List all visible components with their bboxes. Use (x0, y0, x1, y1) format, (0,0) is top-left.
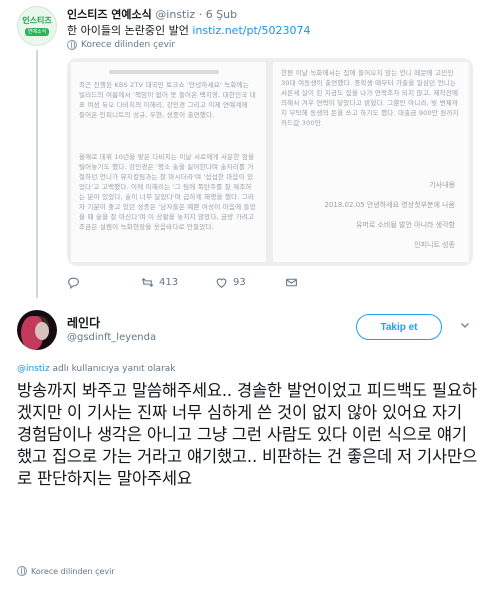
message-button[interactable] (285, 276, 298, 289)
caption-author: 인피니트 성종 (414, 241, 455, 249)
quoted-tweet-header: 인스티즈 연예소식 @instiz · 6 Şub (67, 6, 237, 22)
quoted-tweet-text: 한 아이들의 논란중인 발언 instiz.net/pt/5023074 (67, 22, 310, 38)
avatar-text-line1: 인스티즈 (22, 16, 52, 25)
reply-author-name[interactable]: 레인다 (67, 314, 100, 331)
retweet-count: 413 (159, 277, 179, 288)
tweet-date[interactable]: 6 Şub (206, 8, 237, 21)
reply-icon (68, 277, 79, 289)
reply-author-handle[interactable]: @gsdinft_leyenda (67, 332, 156, 343)
like-button[interactable]: 93 (215, 276, 246, 289)
article-paragraph: 최근 진행된 KBS 2TV 대국민 토크쇼 '안녕하세요' 녹화에는 빌리드의… (79, 81, 256, 119)
caption-label: 기사내용 (429, 181, 455, 189)
replying-to: @instiz adlı kullanıcıya yanıt olarak (17, 364, 176, 374)
article-header-bar (109, 70, 219, 74)
retweet-icon (141, 277, 154, 288)
tweet-actions: 413 93 (67, 276, 473, 292)
user-avatar[interactable] (17, 310, 57, 350)
author-name[interactable]: 인스티즈 연예소식 (67, 8, 152, 21)
replying-to-text: adlı kullanıcıya yanıt olarak (49, 364, 176, 374)
author-handle[interactable]: @instiz (155, 8, 195, 21)
reply-tweet-text: 방송까지 봐주고 말씀해주세요.. 경솔한 발언이었고 피드백도 필요하겠지만 … (17, 381, 477, 488)
article-paragraph: 올해로 데뷔 10년을 맞은 다비치는 이날 서로에게 서운한 점을 털어놓기도… (79, 153, 256, 231)
article-page-right: 한편 이날 녹화에서는 집에 들어오지 않는 언니 때문에 고민인 30대 여동… (273, 62, 469, 262)
retweet-button[interactable]: 413 (141, 276, 178, 289)
avatar-text-line2: 연예소식 (24, 28, 50, 36)
tweet-text: 한 아이들의 논란중인 발언 (67, 24, 193, 37)
heart-icon (216, 278, 227, 289)
caption-date: 2018.02.05 안녕하세요 영상첫부분에 나옴 (324, 201, 455, 209)
article-paragraph: 한편 이날 녹화에서는 집에 들어오지 않는 언니 때문에 고민인 30대 여동… (281, 69, 459, 127)
tweet-link[interactable]: instiz.net/pt/5023074 (192, 24, 310, 37)
avatar-face-shape (35, 322, 49, 340)
follow-button[interactable]: Takip et (356, 314, 442, 340)
reply-button[interactable] (67, 276, 85, 289)
translate-link[interactable]: Korece dilinden çevir (67, 40, 175, 50)
header-separator: · (195, 8, 206, 21)
envelope-icon (286, 278, 297, 287)
globe-icon (67, 40, 77, 50)
instiz-avatar[interactable]: 인스티즈 연예소식 (17, 6, 57, 46)
translate-link[interactable]: Korece dilinden çevir (17, 566, 115, 576)
like-count: 93 (233, 277, 246, 288)
article-page-left: 최근 진행된 KBS 2TV 대국민 토크쇼 '안녕하세요' 녹화에는 빌리드의… (71, 62, 266, 262)
chevron-down-icon[interactable] (460, 320, 470, 330)
translate-label: Korece dilinden çevir (31, 566, 115, 576)
translate-label: Korece dilinden çevir (81, 40, 176, 50)
reply-mention-link[interactable]: @instiz (17, 364, 50, 374)
tweet-image[interactable]: 최근 진행된 KBS 2TV 대국민 토크쇼 '안녕하세요' 녹화에는 빌리드의… (67, 58, 473, 266)
caption-source: 유머로 소비될 발언 아니라 생각함 (355, 221, 455, 229)
thread-connector-line (36, 50, 38, 298)
globe-icon (17, 566, 27, 576)
